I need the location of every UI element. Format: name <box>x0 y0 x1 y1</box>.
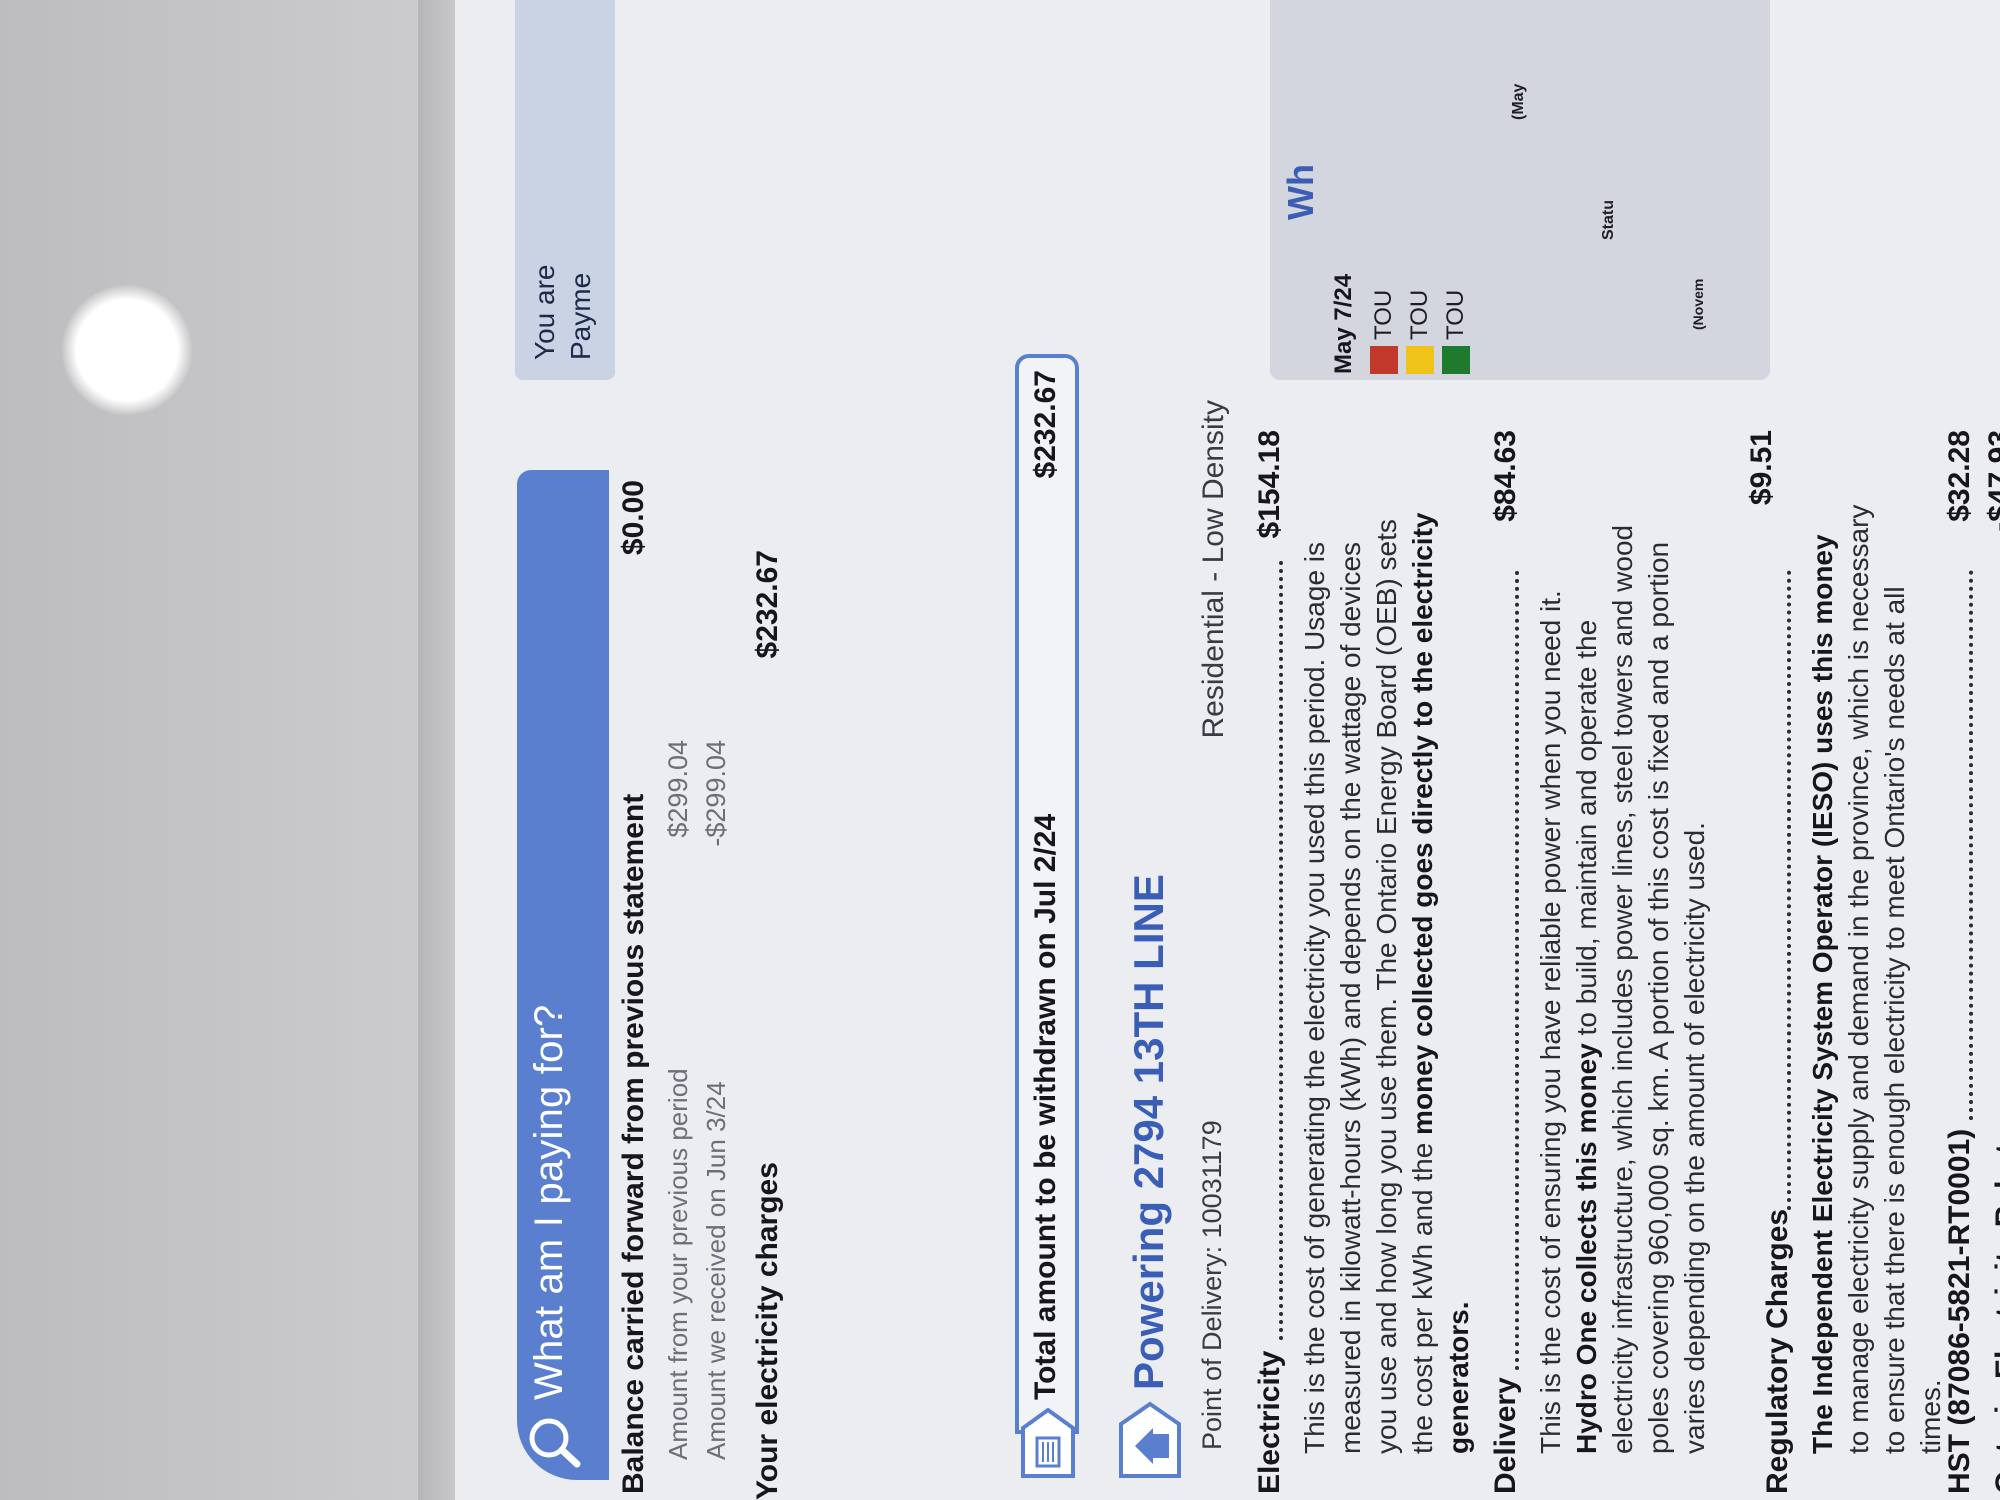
point-of-delivery: Point of Delivery: 10031179 <box>1197 1120 1227 1450</box>
page-title: What am I paying for? <box>527 1004 571 1401</box>
received-label: Amount we received on Jun 3/24 <box>701 1081 731 1460</box>
delivery-label: Delivery <box>1489 1377 1522 1494</box>
usage-box-title: Wh <box>1280 164 1321 220</box>
powering-title: Powering 2794 13TH LINE <box>1125 874 1172 1390</box>
payment-info-line1: You are <box>529 264 560 361</box>
payment-info-box: You are Payme <box>515 0 615 380</box>
rebate-amount: -$47.93 <box>1983 430 2000 532</box>
delivery-description: This is the cost of ensuring you have re… <box>1533 504 1713 1454</box>
legend-swatch-3 <box>1442 346 1470 374</box>
hst-amount: $32.28 <box>1943 430 1976 522</box>
hst-dots <box>1969 570 1973 1120</box>
charges-label: Your electricity charges <box>751 1162 784 1500</box>
electricity-description: This is the cost of generating the elect… <box>1297 504 1477 1455</box>
balance-label: Balance carried forward from previous st… <box>617 793 650 1494</box>
regulatory-description: The Independent Electricity System Opera… <box>1805 504 1949 1454</box>
regulatory-desc-text: to manage electricity supply and demand … <box>1843 504 1946 1454</box>
received-amount: -$299.04 <box>701 740 731 847</box>
balance-amount: $0.00 <box>617 480 650 556</box>
delivery-amount: $84.63 <box>1489 430 1522 522</box>
payment-info-line2: Payme <box>565 272 596 360</box>
regulatory-amount: $9.51 <box>1745 430 1778 506</box>
total-label: Total amount to be withdrawn on Jul 2/24 <box>1029 813 1062 1400</box>
legend-label-1: TOU <box>1370 289 1397 340</box>
bill-document: What am I paying for? You are Payme Bala… <box>455 0 2000 1500</box>
legend-swatch-1 <box>1370 346 1398 374</box>
usage-note-3: (Novem <box>1690 278 1706 330</box>
header-band: What am I paying for? <box>517 470 609 1480</box>
usage-box-date: May 7/24 <box>1330 273 1357 374</box>
electricity-amount: $154.18 <box>1253 430 1286 539</box>
electricity-dots <box>1279 560 1283 1340</box>
previous-period-label: Amount from your previous period <box>663 1068 693 1460</box>
camera-glare <box>62 285 192 415</box>
charges-amount: $232.67 <box>751 550 784 659</box>
usage-note-1: (May <box>1510 83 1527 120</box>
delivery-desc-bold: Hydro One collects this money <box>1571 1043 1602 1454</box>
paper-edge <box>418 0 458 1500</box>
delivery-dots <box>1515 570 1519 1370</box>
electricity-label: Electricity <box>1253 1350 1286 1494</box>
regulatory-desc-bold: The Independent Electricity System Opera… <box>1807 534 1838 1454</box>
delivery-desc-text-1: This is the cost of ensuring you have re… <box>1535 590 1566 1454</box>
total-amount: $232.67 <box>1029 370 1062 479</box>
legend-swatch-2 <box>1406 346 1434 374</box>
hst-label: HST (87086-5821-RT0001) <box>1943 1128 1976 1494</box>
bill-tag-icon <box>1021 1408 1075 1478</box>
regulatory-label: Regulatory Charges <box>1761 1208 1794 1494</box>
rate-class: Residential - Low Density <box>1197 400 1230 739</box>
rebate-label: Ontario Electricity Rebate <box>1990 1127 2000 1494</box>
legend-label-3: TOU <box>1442 289 1469 340</box>
search-icon <box>529 1418 581 1468</box>
usage-note-2: Statu <box>1600 200 1617 240</box>
usage-history-box: Wh May 7/24 TOU TOU TOU (May Statu (Nove… <box>1270 0 1770 380</box>
legend-label-2: TOU <box>1406 289 1433 340</box>
regulatory-dots <box>1787 570 1791 1210</box>
previous-period-amount: $299.04 <box>663 740 693 838</box>
house-icon <box>1119 1401 1181 1478</box>
